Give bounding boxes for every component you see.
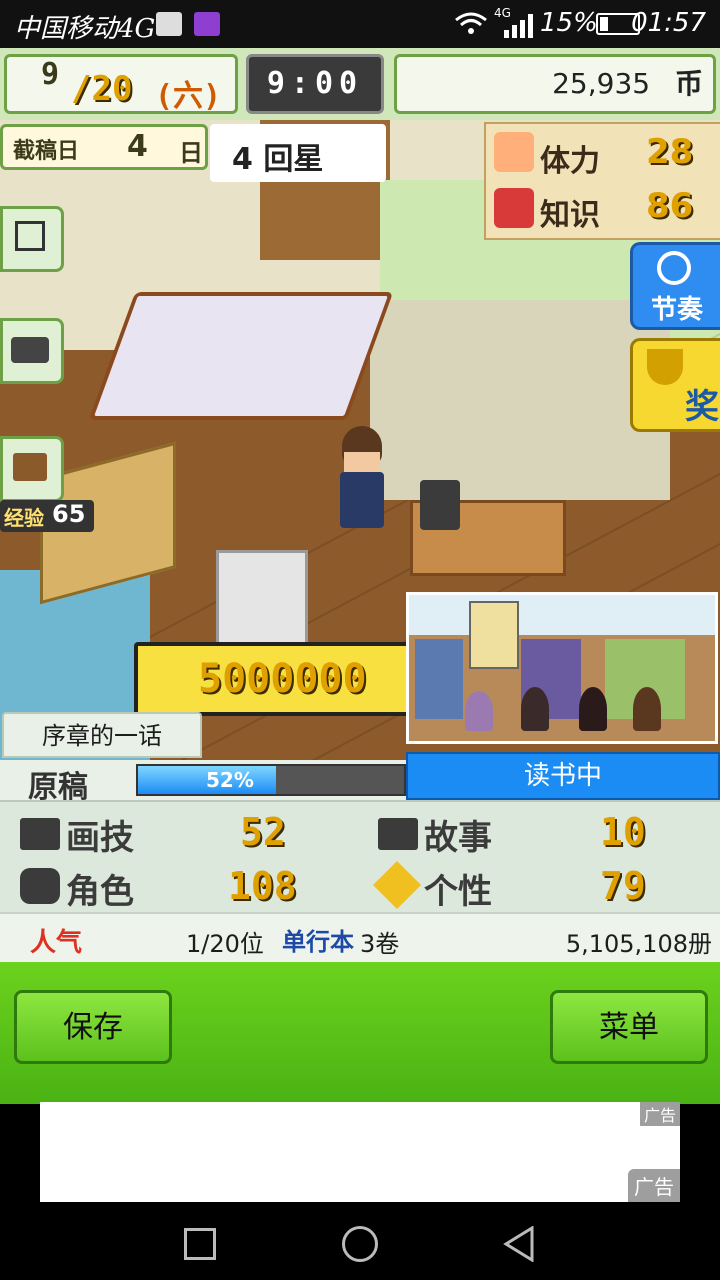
reading-thumbnail [406, 592, 718, 744]
popularity-rank: 1/20位 [186, 930, 264, 958]
personality-value: 79 [600, 864, 646, 908]
bed [88, 292, 394, 420]
story-label: 故事 [424, 818, 492, 858]
knowledge-label: 知识 [540, 198, 600, 233]
manuscript-progress-track: 52% [136, 764, 406, 796]
stamina-value: 28 [646, 132, 694, 172]
stamina-icon [494, 132, 534, 172]
desk-chair [420, 480, 460, 530]
manuscript-progress-text: 52% [206, 768, 254, 792]
back-button[interactable] [502, 1225, 536, 1263]
ad-tag-top: 广告 [639, 1102, 680, 1126]
serial-banner: 4 回星 [210, 124, 386, 182]
deadline-label: 截稿日 [13, 139, 80, 164]
award-label: 奖 [685, 387, 719, 427]
clock-time: 01:57 [631, 8, 706, 38]
deadline-value: 4 [127, 129, 148, 164]
bonus-banner: 5000000 [134, 642, 434, 716]
status-bar: 中国移动4G 4G 15% 01:57 [0, 0, 720, 48]
stamina-label: 体力 [540, 144, 600, 179]
rhythm-button[interactable]: 节奏 [630, 242, 720, 330]
award-button[interactable]: 奖 [630, 338, 720, 432]
personality-icon [372, 860, 422, 910]
game-hud: 9 /20 (六) 9:00 25,935 币 [0, 48, 720, 120]
ad-banner[interactable]: 广告 广告 [40, 1102, 680, 1202]
personality-label: 个性 [424, 872, 492, 912]
briefcase-button[interactable] [0, 436, 64, 502]
date-display: 9 /20 (六) [4, 54, 238, 114]
character-icon [20, 868, 60, 904]
month-value: 9 [41, 57, 60, 92]
app-notification-icon [156, 12, 182, 36]
money-display: 25,935 币 [394, 54, 716, 114]
knowledge-value: 86 [646, 186, 694, 226]
menu-button[interactable]: 菜单 [550, 990, 708, 1064]
carrier-label: 中国移动4G [14, 14, 156, 44]
story-value: 10 [600, 810, 646, 854]
camera-button[interactable] [0, 318, 64, 384]
wifi-icon [454, 10, 488, 36]
home-button[interactable] [342, 1226, 378, 1262]
save-button[interactable]: 保存 [14, 990, 172, 1064]
rhythm-label: 节奏 [651, 295, 704, 325]
briefcase-icon [13, 453, 47, 481]
drawing-skill-icon [20, 818, 60, 850]
ad-tag-bottom: 广告 [628, 1169, 680, 1202]
popularity-label: 人气 [30, 928, 83, 958]
gallery-notification-icon [194, 12, 220, 36]
bottom-action-bar: 保存 菜单 [0, 962, 720, 1104]
partition-wall [370, 300, 670, 500]
battery-percent: 15% [540, 8, 598, 38]
currency-icon: 币 [674, 67, 703, 100]
signal-icon [504, 14, 534, 38]
copies-sold: 5,105,108册 [565, 930, 712, 958]
bonus-value: 5000000 [198, 656, 367, 702]
story-icon [378, 818, 418, 850]
deadline-unit: 日 [179, 139, 203, 167]
pencil-icon [15, 221, 45, 251]
week-value: /20 [71, 69, 133, 109]
attributes-panel: 体力 28 知识 86 [484, 122, 720, 240]
alarm-clock-icon [657, 251, 691, 285]
reading-status: 读书中 [406, 752, 720, 800]
serial-label: 4 回星 [232, 142, 324, 177]
game-clock: 9:00 [246, 54, 384, 114]
navigation-bar [0, 1204, 720, 1280]
volume-label: 单行本 [282, 928, 354, 956]
character-label: 角色 [66, 872, 134, 912]
money-value: 25,935 [552, 67, 651, 100]
volume-count: 3卷 [360, 930, 400, 958]
knowledge-icon [494, 188, 534, 228]
edit-button[interactable] [0, 206, 64, 272]
deadline-badge: 截稿日 4 日 [0, 124, 208, 170]
experience-badge: 经验 65 [0, 500, 94, 532]
popularity-row: 人气 1/20位 单行本 3卷 5,105,108册 [0, 912, 720, 964]
experience-value: 65 [52, 500, 86, 528]
drawing-skill-label: 画技 [66, 818, 134, 858]
game-scene[interactable]: 截稿日 4 日 4 回星 体力 28 知识 86 经验 65 节奏 奖 5000… [0, 120, 720, 760]
camera-icon [11, 337, 49, 363]
character-sprite[interactable] [334, 426, 390, 546]
weekday-value: (六) [155, 79, 222, 114]
manuscript-row: 原稿 52% [0, 760, 406, 805]
experience-label: 经验 [4, 506, 44, 530]
drawing-skill-value: 52 [240, 810, 286, 854]
trophy-icon [647, 349, 683, 385]
copy-machine [216, 550, 308, 646]
character-value: 108 [228, 864, 297, 908]
recents-button[interactable] [184, 1228, 216, 1260]
chapter-tab[interactable]: 序章的一话 [2, 712, 202, 758]
